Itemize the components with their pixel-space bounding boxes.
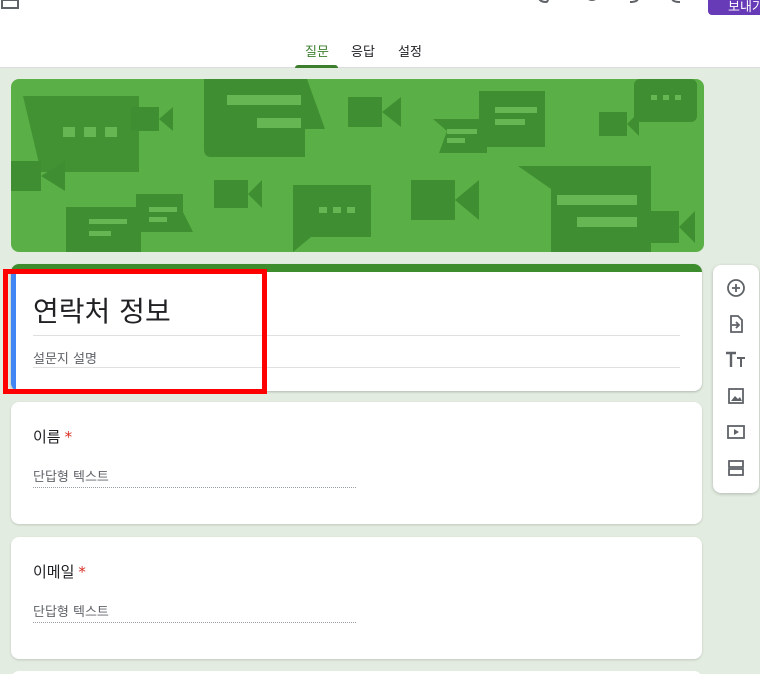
required-marker: * (78, 563, 86, 581)
tab-settings[interactable]: 설정 (398, 41, 422, 60)
answer-underline (33, 487, 356, 488)
add-title-icon[interactable] (724, 348, 748, 372)
redo-icon[interactable] (666, 0, 686, 10)
add-video-icon[interactable] (724, 420, 748, 444)
form-doc-icon[interactable] (0, 0, 20, 10)
send-button[interactable]: 보내기 (708, 0, 760, 15)
short-answer-placeholder: 단답형 텍스트 (33, 605, 109, 620)
short-answer-placeholder: 단답형 텍스트 (33, 470, 109, 485)
question-card[interactable]: 이메일 * 단답형 텍스트 (11, 537, 702, 659)
highlight-annotation-box (3, 269, 267, 394)
answer-underline (33, 622, 356, 623)
add-question-icon[interactable] (724, 276, 748, 300)
active-tab-indicator (295, 65, 338, 68)
tab-questions[interactable]: 질문 (305, 41, 329, 60)
chat-video-pattern (11, 79, 697, 252)
side-toolbar (713, 265, 759, 493)
tab-bar: 질문 응답 설정 (0, 38, 760, 68)
import-questions-icon[interactable] (724, 312, 748, 336)
question-title: 이메일 * (33, 561, 86, 582)
question-card[interactable]: 이름 * 단답형 텍스트 (11, 402, 702, 524)
question-label: 이름 (33, 428, 61, 446)
palette-icon[interactable] (536, 0, 556, 10)
tab-responses[interactable]: 응답 (351, 41, 375, 60)
preview-eye-icon[interactable] (582, 0, 602, 10)
question-title: 이름 * (33, 426, 72, 447)
top-bar: 보내기 질문 응답 설정 (0, 0, 760, 68)
required-marker: * (64, 428, 73, 446)
add-image-icon[interactable] (724, 384, 748, 408)
question-label: 이메일 (33, 563, 75, 581)
header-banner-image (11, 79, 704, 252)
add-section-icon[interactable] (724, 456, 748, 480)
undo-icon[interactable] (624, 0, 644, 10)
